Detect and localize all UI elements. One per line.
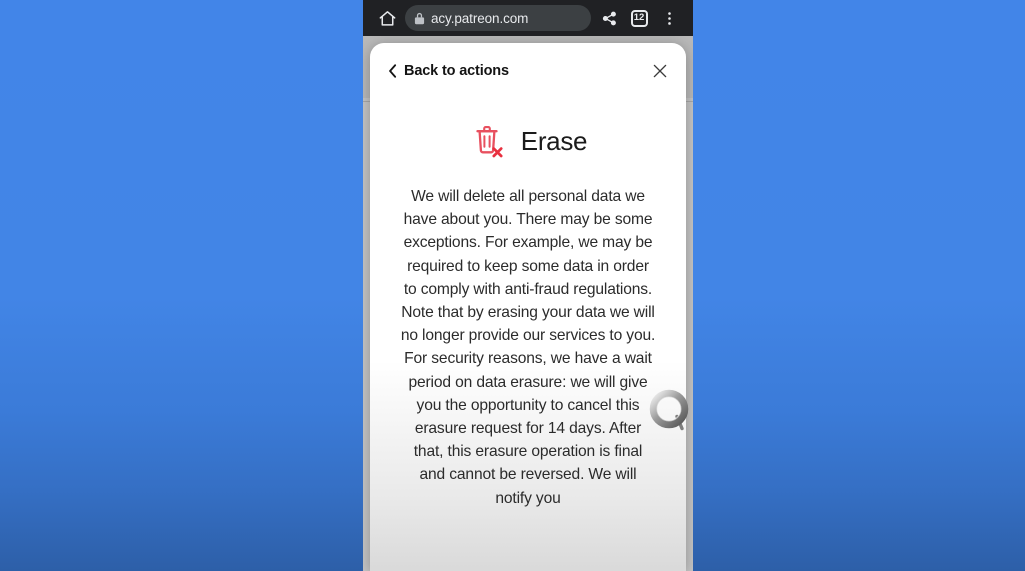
page-title: Erase	[520, 126, 588, 156]
back-to-actions-label: Back to actions	[404, 63, 509, 79]
close-icon[interactable]	[646, 57, 674, 85]
modal-body-text: We will delete all personal data we have…	[400, 188, 656, 507]
phone-screen-recording: acy.patreon.com 12 Back to actions Erase…	[363, 0, 693, 571]
browser-toolbar: acy.patreon.com 12	[363, 0, 693, 36]
tab-counter-button[interactable]: 12	[624, 3, 654, 33]
erase-modal: Back to actions Erase We will delete all…	[370, 43, 686, 571]
modal-title-row: Erase	[370, 121, 686, 161]
back-to-actions-button[interactable]: Back to actions	[388, 63, 509, 79]
share-icon[interactable]	[594, 3, 624, 33]
overflow-menu-icon[interactable]	[654, 3, 684, 33]
lock-icon	[414, 12, 425, 25]
chevron-left-icon	[388, 64, 397, 78]
tab-count-badge: 12	[630, 9, 648, 27]
url-text: acy.patreon.com	[431, 10, 529, 26]
home-icon[interactable]	[372, 3, 402, 33]
desktop-wallpaper: acy.patreon.com 12 Back to actions Erase…	[0, 0, 1025, 571]
trash-delete-icon	[469, 121, 509, 161]
modal-header: Back to actions	[370, 43, 686, 99]
address-bar[interactable]: acy.patreon.com	[405, 5, 591, 31]
